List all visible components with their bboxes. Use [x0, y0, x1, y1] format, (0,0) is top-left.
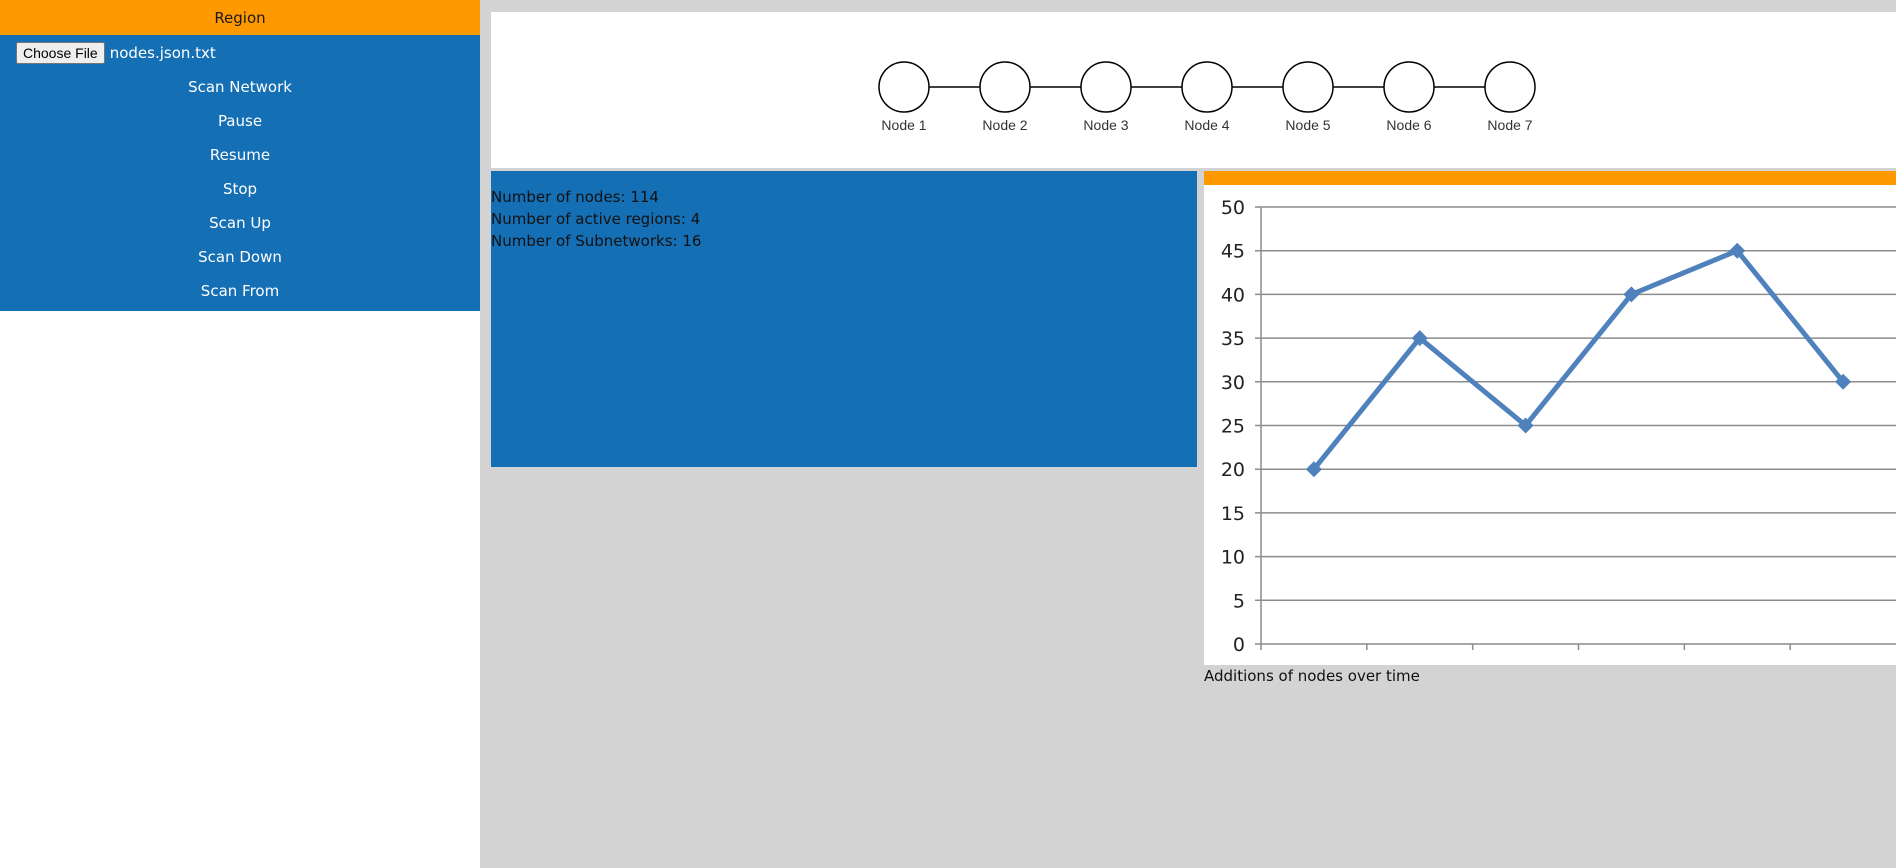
node-label: Node 6: [1386, 117, 1431, 133]
node-label: Node 3: [1083, 117, 1128, 133]
y-tick-label: 0: [1233, 634, 1245, 656]
node-circle[interactable]: [878, 61, 930, 113]
choose-file-button[interactable]: Choose File: [16, 41, 105, 64]
node-count: Number of nodes: 114: [491, 188, 659, 206]
scan-network-button[interactable]: Scan Network: [0, 70, 480, 104]
y-tick-label: 50: [1221, 197, 1245, 219]
node-circle[interactable]: [1181, 61, 1233, 113]
node-label: Node 4: [1184, 117, 1229, 133]
y-tick-label: 35: [1221, 328, 1245, 350]
node-label: Node 1: [881, 117, 926, 133]
region-header: Region: [0, 0, 480, 35]
node-diagram-panel: Node 1 Node 2 Node 3 Node 4 Node 5 Node 6 Node…: [491, 12, 1896, 168]
y-tick-label: 30: [1221, 372, 1245, 394]
y-tick-label: 25: [1221, 416, 1245, 438]
node-circle[interactable]: [1282, 61, 1334, 113]
chart-panel: 0 5 10 15 20 25 30 35 40 45 50: [1204, 185, 1896, 665]
y-tick-label: 10: [1221, 547, 1245, 569]
subnetwork-count: Number of Subnetworks: 16: [491, 232, 702, 250]
scan-up-button[interactable]: Scan Up: [0, 206, 480, 240]
y-tick-label: 20: [1221, 459, 1245, 481]
node-circle[interactable]: [1080, 61, 1132, 113]
resume-button[interactable]: Resume: [0, 138, 480, 172]
stats-panel: Number of nodes: 114 Number of active re…: [491, 171, 1197, 467]
node-label: Node 2: [982, 117, 1027, 133]
series-line: [1311, 248, 1846, 471]
pause-button[interactable]: Pause: [0, 104, 480, 138]
y-tick-label: 40: [1221, 284, 1245, 306]
node-diagram: Node 1 Node 2 Node 3 Node 4 Node 5 Node 6 Node…: [878, 61, 1536, 133]
scan-down-button[interactable]: Scan Down: [0, 240, 480, 274]
node-label: Node 5: [1285, 117, 1330, 133]
y-tick-label: 15: [1221, 503, 1245, 525]
y-tick-label: 45: [1221, 241, 1245, 263]
sidebar-menu: Choose File nodes.json.txt Scan Network …: [0, 35, 480, 311]
y-tick-label: 5: [1233, 590, 1245, 612]
sidebar: Region Choose File nodes.json.txt Scan N…: [0, 0, 480, 868]
scan-from-button[interactable]: Scan From: [0, 274, 480, 308]
node-label: Node 7: [1487, 117, 1532, 133]
file-name: nodes.json.txt: [109, 43, 216, 62]
node-circle[interactable]: [1484, 61, 1536, 113]
line-chart: 0 5 10 15 20 25 30 35 40 45 50: [1221, 197, 1896, 656]
node-circle[interactable]: [1383, 61, 1435, 113]
file-input-row: Choose File nodes.json.txt: [0, 35, 480, 70]
active-region-count: Number of active regions: 4: [491, 210, 701, 228]
chart-accent-bar: [1204, 171, 1896, 185]
chart-caption: Additions of nodes over time: [1204, 667, 1420, 685]
node-circle[interactable]: [979, 61, 1031, 113]
stop-button[interactable]: Stop: [0, 172, 480, 206]
